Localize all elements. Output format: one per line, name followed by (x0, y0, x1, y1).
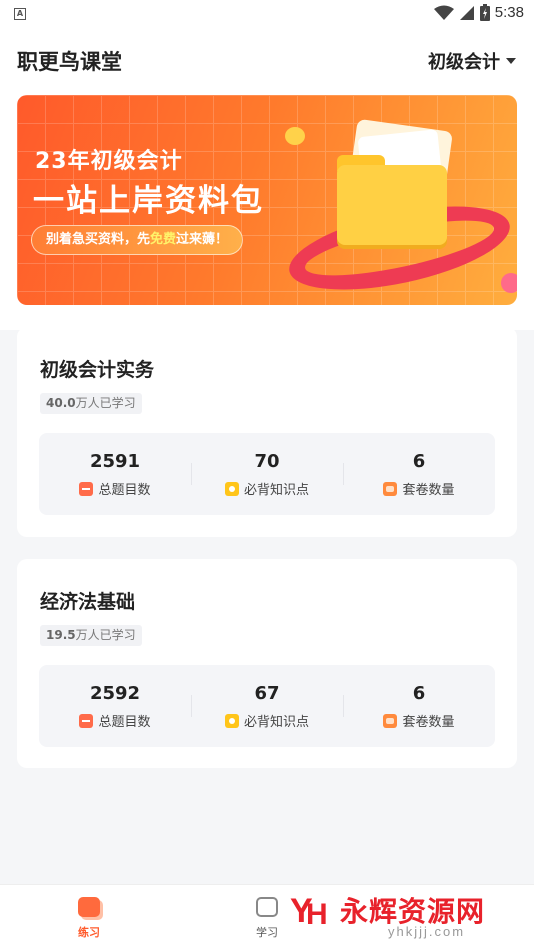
app-title: 职更鸟课堂 (17, 50, 122, 74)
battery-icon (479, 4, 490, 21)
question-list-icon (79, 481, 94, 496)
stat-value: 2592 (89, 683, 141, 704)
stat-label-row: 总题目数 (39, 711, 191, 730)
wifi-icon (433, 5, 454, 20)
stat-value: 6 (412, 683, 426, 704)
study-icon (256, 897, 278, 917)
stat-label-row: 套卷数量 (343, 711, 495, 730)
paper-set-icon (383, 481, 398, 496)
learners-count: 19.5 (46, 628, 76, 642)
banner-cta-pill: 别着急买资料，先免费过来薅！ (31, 225, 244, 255)
banner-cta-highlight: 免费 (150, 232, 177, 247)
tab-study[interactable]: 学习 (237, 897, 297, 940)
subject-selector[interactable]: 初级会计 (428, 48, 516, 74)
banner-cta-prefix: 别着急买资料，先 (46, 232, 151, 247)
stat-key-points[interactable]: 70 必背知识点 (191, 433, 343, 515)
banner-headline-small: 23年初级会计 (35, 149, 183, 174)
stat-paper-sets[interactable]: 6 套卷数量 (343, 433, 495, 515)
course-stats: 2592 总题目数 67 必背知识点 6 套卷数量 (39, 665, 495, 747)
stat-label-row: 必背知识点 (191, 479, 343, 498)
star-badge-icon (224, 481, 239, 496)
signal-icon (459, 5, 474, 20)
stat-label: 套卷数量 (402, 483, 455, 498)
promo-banner[interactable]: 23年初级会计 一站上岸资料包 别着急买资料，先免费过来薅！ (17, 95, 517, 305)
course-name: 经济法基础 (40, 591, 136, 613)
notification-icon: A (14, 8, 26, 20)
tab-label: 练习 (78, 926, 100, 939)
smiley-icon (501, 273, 517, 293)
folder-icon (337, 165, 447, 245)
question-list-icon (79, 713, 94, 728)
tab-practice[interactable]: 练习 (59, 897, 119, 940)
course-card[interactable]: 经济法基础 19.5万人已学习 2592 总题目数 67 必背知识点 6 套卷数… (17, 559, 517, 768)
stat-label-row: 必背知识点 (191, 711, 343, 730)
watermark-url: yhkjjj.com (388, 924, 466, 939)
stat-label: 套卷数量 (402, 715, 455, 730)
clock: 5:38 (494, 4, 524, 21)
practice-icon (78, 897, 100, 917)
stat-label: 必背知识点 (243, 483, 309, 498)
watermark-text: 永辉资源网 (340, 895, 486, 928)
stat-value: 70 (254, 451, 280, 472)
learners-suffix: 万人已学习 (75, 396, 136, 410)
learners-suffix: 万人已学习 (75, 628, 136, 642)
stat-value: 2591 (89, 451, 141, 472)
course-stats: 2591 总题目数 70 必背知识点 6 套卷数量 (39, 433, 495, 515)
course-name: 初级会计实务 (40, 359, 155, 381)
watermark-logo: YH (290, 892, 328, 931)
stat-label: 总题目数 (98, 715, 151, 730)
course-card[interactable]: 初级会计实务 40.0万人已学习 2591 总题目数 70 必背知识点 6 套卷… (17, 327, 517, 537)
stat-total-questions[interactable]: 2592 总题目数 (39, 665, 191, 747)
app-header: 职更鸟课堂 初级会计 (0, 30, 534, 90)
stat-label: 必背知识点 (243, 715, 309, 730)
chevron-down-icon (506, 58, 516, 64)
mascot-bubble-icon (285, 127, 305, 145)
stat-key-points[interactable]: 67 必背知识点 (191, 665, 343, 747)
stat-label-row: 套卷数量 (343, 479, 495, 498)
star-badge-icon (224, 713, 239, 728)
learners-badge: 40.0万人已学习 (40, 393, 142, 414)
stat-total-questions[interactable]: 2591 总题目数 (39, 433, 191, 515)
status-icons: 5:38 (433, 4, 524, 21)
learners-badge: 19.5万人已学习 (40, 625, 142, 646)
tab-label: 学习 (256, 926, 278, 939)
stat-value: 6 (412, 451, 426, 472)
banner-cta-suffix: 过来薅！ (176, 232, 229, 247)
banner-headline-large: 一站上岸资料包 (33, 183, 264, 219)
stat-label: 总题目数 (98, 483, 151, 498)
watermark: YH 永辉资源网 yhkjjj.com (290, 890, 486, 939)
learners-count: 40.0 (46, 396, 76, 410)
stat-paper-sets[interactable]: 6 套卷数量 (343, 665, 495, 747)
stat-value: 67 (254, 683, 280, 704)
stat-label-row: 总题目数 (39, 479, 191, 498)
paper-set-icon (383, 713, 398, 728)
subject-label: 初级会计 (428, 52, 500, 73)
status-bar: A 5:38 (0, 0, 534, 30)
